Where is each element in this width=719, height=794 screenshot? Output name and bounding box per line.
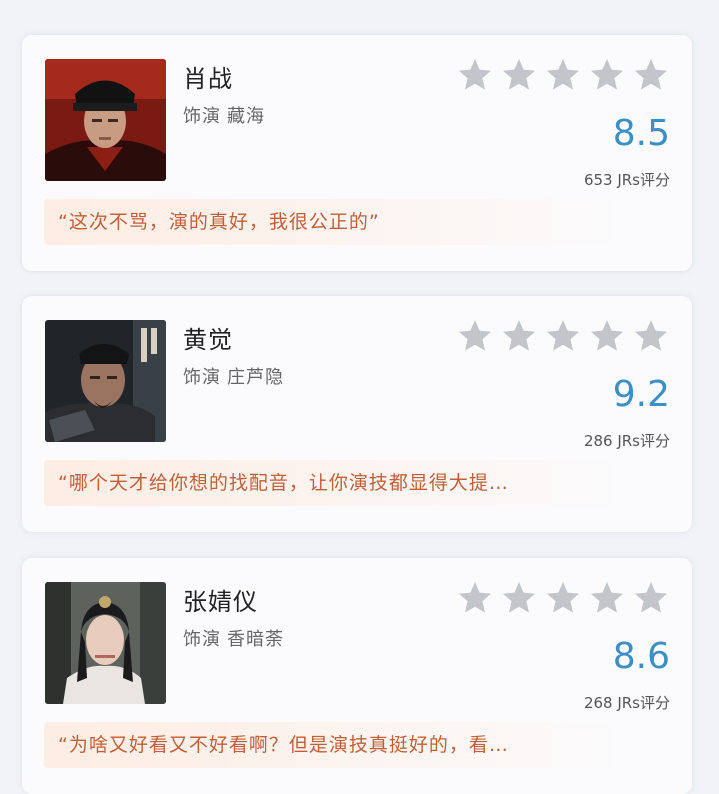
rating-count: 286 JRs评分 xyxy=(583,432,670,450)
star-icon[interactable] xyxy=(501,57,537,93)
top-comment[interactable]: “这次不骂，演的真好，我很公正的” xyxy=(44,199,644,245)
actor-avatar xyxy=(45,582,166,704)
top-comment[interactable]: “哪个天才给你想的找配音，让你演技都显得大提… xyxy=(44,460,644,506)
role-prefix: 饰演 xyxy=(183,367,221,388)
actor-avatar xyxy=(45,59,166,181)
role-name: 香暗荼 xyxy=(227,629,284,650)
top-comment[interactable]: “为啥又好看又不好看啊？但是演技真挺好的，看… xyxy=(44,722,644,768)
actor-name: 肖战 xyxy=(183,65,233,93)
rating-stars[interactable] xyxy=(457,580,669,618)
rating-count: 268 JRs评分 xyxy=(583,694,670,712)
actor-card[interactable]: 张婧仪 饰演 香暗荼 8.6 268 JRs评分 “为啥又好看又不好看啊？但是演技… xyxy=(22,558,692,794)
star-icon[interactable] xyxy=(545,318,581,354)
score-value: 9.2 xyxy=(612,374,670,415)
star-icon[interactable] xyxy=(589,318,625,354)
score-value: 8.5 xyxy=(612,113,670,154)
role-line: 饰演 藏海 xyxy=(183,102,265,128)
star-icon[interactable] xyxy=(633,318,669,354)
actor-name: 黄觉 xyxy=(183,326,233,354)
star-icon[interactable] xyxy=(501,580,537,616)
role-line: 饰演 香暗荼 xyxy=(183,625,284,651)
star-icon[interactable] xyxy=(545,57,581,93)
star-icon[interactable] xyxy=(457,318,493,354)
score-value: 8.6 xyxy=(612,636,670,677)
role-prefix: 饰演 xyxy=(183,629,221,650)
actor-card[interactable]: 黄觉 饰演 庄芦隐 9.2 286 JRs评分 “哪个天才给你想的找配音，让你演技… xyxy=(22,296,692,532)
star-icon[interactable] xyxy=(457,57,493,93)
star-icon[interactable] xyxy=(589,580,625,616)
role-prefix: 饰演 xyxy=(183,106,221,127)
rating-count: 653 JRs评分 xyxy=(583,171,670,189)
star-icon[interactable] xyxy=(457,580,493,616)
star-icon[interactable] xyxy=(633,57,669,93)
rating-stars[interactable] xyxy=(457,318,669,356)
actor-avatar xyxy=(45,320,166,442)
actor-name: 张婧仪 xyxy=(183,588,258,616)
role-line: 饰演 庄芦隐 xyxy=(183,363,284,389)
role-name: 庄芦隐 xyxy=(227,367,284,388)
rating-stars[interactable] xyxy=(457,57,669,95)
star-icon[interactable] xyxy=(633,580,669,616)
actor-card[interactable]: 肖战 饰演 藏海 8.5 653 JRs评分 “这次不骂，演的真好，我很公正的” xyxy=(22,35,692,271)
star-icon[interactable] xyxy=(589,57,625,93)
star-icon[interactable] xyxy=(501,318,537,354)
role-name: 藏海 xyxy=(227,106,265,127)
star-icon[interactable] xyxy=(545,580,581,616)
